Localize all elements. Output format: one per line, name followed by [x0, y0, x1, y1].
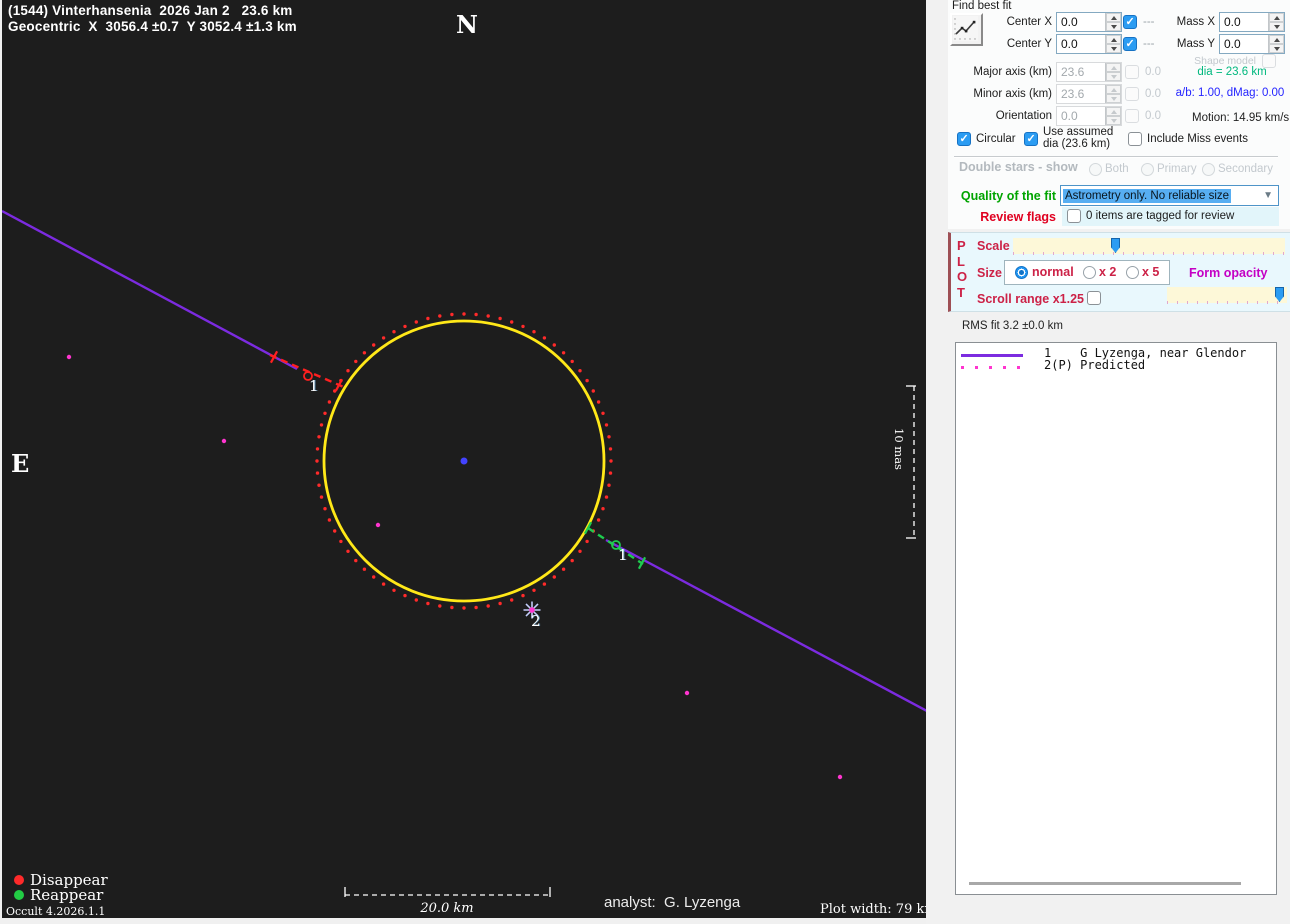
size-x5-label: x 5: [1142, 265, 1160, 279]
center-y-dash: ---: [1143, 38, 1155, 50]
center-y-label: Center Y: [1006, 38, 1052, 50]
orientation-label: Orientation: [995, 110, 1052, 122]
center-y-spinner[interactable]: [1105, 35, 1121, 53]
major-axis-input: 23.6: [1056, 62, 1122, 82]
north-label: N: [456, 10, 478, 39]
size-x2-radio[interactable]: [1083, 266, 1096, 279]
mass-x-spinner[interactable]: [1268, 13, 1284, 31]
center-x-input[interactable]: 0.0: [1056, 12, 1122, 32]
find-best-fit-label: Find best fit: [952, 0, 1012, 12]
scroll-range-checkbox[interactable]: [1087, 291, 1101, 305]
major-axis-checkbox: [1125, 65, 1139, 79]
reappear-chord-label: 1: [618, 546, 628, 564]
occultation-plot: (1544) Vinterhansenia 2026 Jan 2 23.6 km…: [2, 0, 937, 918]
minor-axis-aux: 0.0: [1145, 88, 1161, 100]
review-flags-label: Review flags: [980, 210, 1056, 224]
double-stars-secondary-label: Secondary: [1218, 163, 1273, 175]
quality-selected-value: Astrometry only. No reliable size: [1063, 188, 1232, 203]
scale-label: Scale: [977, 239, 1010, 253]
plot-title-line1: (1544) Vinterhansenia 2026 Jan 2 23.6 km: [8, 3, 293, 18]
plot-canvas: [2, 209, 926, 897]
hscrollbar-thumb[interactable]: [969, 882, 1241, 885]
scale-slider-thumb[interactable]: [1111, 238, 1120, 253]
review-flags-text: 0 items are tagged for review: [1086, 210, 1235, 222]
size-normal-label: normal: [1032, 265, 1074, 279]
size-label: Size: [977, 266, 1003, 280]
mass-x-label: Mass X: [1176, 16, 1215, 28]
motion-readout: Motion: 14.95 km/s: [1192, 112, 1290, 124]
scalebar-label: 20.0 km: [420, 901, 474, 916]
plot-width-label: Plot width: 79 km: [820, 902, 937, 917]
quality-of-fit-label: Quality of the fit: [960, 189, 1056, 203]
size-x2-label: x 2: [1099, 265, 1117, 279]
double-stars-groupbox-line: [954, 156, 1278, 158]
review-flags-checkbox[interactable]: [1067, 209, 1081, 223]
chord-2-entry[interactable]: 2(P) Predicted: [1044, 358, 1145, 372]
orientation-checkbox: [1125, 109, 1139, 123]
east-label: E: [11, 449, 30, 478]
minor-axis-input: 23.6: [1056, 84, 1122, 104]
mas-scale-label: 10 mas: [892, 428, 906, 470]
plot-controls-panel: PLOT Scale Size normal x 2 x 5 Form opac…: [948, 232, 1290, 312]
chord-2-swatch: [961, 366, 1027, 369]
mass-y-label: Mass Y: [1176, 38, 1215, 50]
center-x-checkbox[interactable]: [1123, 15, 1137, 29]
chord-1-swatch: [961, 354, 1023, 357]
double-stars-both-label: Both: [1105, 163, 1129, 175]
double-stars-title: Double stars - show: [959, 160, 1078, 174]
predicted-point-label: 2: [531, 612, 541, 630]
rms-fit-readout: RMS fit 3.2 ±0.0 km: [962, 320, 1063, 332]
form-opacity-slider-thumb[interactable]: [1275, 287, 1284, 302]
center-y-input[interactable]: 0.0: [1056, 34, 1122, 54]
minor-axis-label: Minor axis (km): [973, 88, 1052, 100]
plot-panel-side-label: PLOT: [957, 238, 968, 300]
app-version: Occult 4.2026.1.1: [6, 905, 106, 918]
disappear-chord-label: 1: [309, 377, 319, 395]
center-y-checkbox[interactable]: [1123, 37, 1137, 51]
size-x5-radio[interactable]: [1126, 266, 1139, 279]
find-best-fit-button[interactable]: [950, 13, 983, 46]
double-stars-primary-radio: [1141, 163, 1154, 176]
dia-readout: dia = 23.6 km: [1197, 66, 1267, 78]
orientation-aux: 0.0: [1145, 110, 1161, 122]
circular-label: Circular: [976, 133, 1016, 145]
fit-control-panel: Find best fit Center X 0.0 --- Mass X 0.…: [926, 0, 1290, 924]
double-stars-both-radio: [1089, 163, 1102, 176]
include-miss-label: Include Miss events: [1147, 133, 1248, 145]
double-stars-secondary-radio: [1202, 163, 1215, 176]
reappear-legend-dot: [14, 890, 24, 900]
orientation-input: 0.0: [1056, 106, 1122, 126]
analyst-label: analyst: G. Lyzenga: [604, 894, 741, 911]
circular-checkbox[interactable]: [957, 132, 971, 146]
chord-list[interactable]: 1 G Lyzenga, near Glendor 2(P) Predicted: [955, 342, 1277, 895]
mass-y-spinner[interactable]: [1268, 35, 1284, 53]
include-miss-checkbox[interactable]: [1128, 132, 1142, 146]
center-x-dash: ---: [1143, 16, 1155, 28]
center-x-label: Center X: [1006, 16, 1052, 28]
form-opacity-label: Form opacity: [1189, 266, 1268, 280]
form-opacity-slider[interactable]: [1167, 287, 1287, 304]
reappear-legend-label: Reappear: [30, 886, 104, 904]
chevron-down-icon: ▼: [1263, 190, 1273, 201]
center-x-spinner[interactable]: [1105, 13, 1121, 31]
scroll-range-label: Scroll range x1.25: [977, 292, 1085, 306]
minor-axis-checkbox: [1125, 87, 1139, 101]
use-assumed-dia-label: Use assumed dia (23.6 km): [1043, 126, 1114, 150]
disappear-legend-dot: [14, 875, 24, 885]
size-radio-group: normal x 2 x 5: [1004, 260, 1170, 285]
size-normal-radio[interactable]: [1015, 266, 1028, 279]
quality-of-fit-dropdown[interactable]: Astrometry only. No reliable size ▼: [1060, 185, 1279, 206]
mass-y-input[interactable]: 0.0: [1219, 34, 1285, 54]
use-assumed-dia-checkbox[interactable]: [1024, 132, 1038, 146]
double-stars-primary-label: Primary: [1157, 163, 1197, 175]
scale-slider[interactable]: [1013, 238, 1285, 255]
plot-title-line2: Geocentric X 3056.4 ±0.7 Y 3052.4 ±1.3 k…: [8, 19, 297, 34]
ab-dmag-readout: a/b: 1.00, dMag: 0.00: [1175, 87, 1285, 99]
chart-line-icon: [953, 16, 978, 41]
major-axis-label: Major axis (km): [973, 66, 1052, 78]
mass-x-input[interactable]: 0.0: [1219, 12, 1285, 32]
major-axis-aux: 0.0: [1145, 66, 1161, 78]
